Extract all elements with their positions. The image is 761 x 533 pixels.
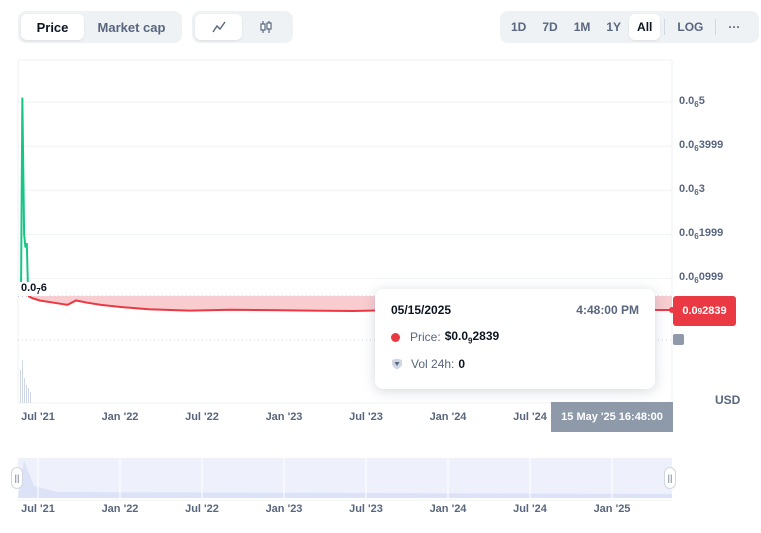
crosshair-date-tag: 15 May '25 16:48:00 (551, 402, 673, 432)
tooltip-date: 05/15/2025 (391, 303, 452, 317)
volume-bar (20, 370, 21, 403)
navigator-tick-label: Jul '24 (513, 503, 547, 515)
price-dot-icon (391, 332, 400, 342)
tooltip-price-value: $0.092839 (444, 329, 500, 346)
navigator-background (18, 458, 672, 498)
navigator-tick-label: Jan '22 (101, 503, 139, 515)
navigator-tick-label: Jan '24 (429, 503, 467, 515)
volume-bar (28, 388, 29, 403)
tooltip-vol-label: Vol 24h: (411, 357, 455, 372)
tooltip-price-label: Price: (410, 330, 441, 345)
tooltip-vol-value: 0 (458, 357, 466, 372)
navigator-tick-label: Jul '22 (185, 503, 219, 515)
start-price-label: 0.076 (18, 282, 50, 297)
currency-label: USD (715, 393, 741, 407)
navigator-tick-label: Jan '25 (593, 503, 631, 515)
navigator-tick-label: Jan '23 (265, 503, 303, 515)
navigator-right-handle[interactable]: || (664, 467, 676, 489)
volume-bar (22, 360, 23, 403)
price-line-up (20, 97, 30, 297)
navigator-left-handle[interactable]: || (11, 467, 23, 489)
volume-bar (24, 378, 25, 403)
volume-bar (26, 385, 27, 403)
y-tick-label: 0.061999 (679, 227, 724, 242)
y-tick-label: 0.063 (679, 183, 705, 198)
current-price-tag: 0.0 9 2839 (673, 296, 736, 326)
x-tick-label: Jul '23 (349, 411, 383, 423)
y-tick-label: 0.065 (679, 95, 705, 110)
tooltip-time: 4:48:00 PM (576, 303, 639, 317)
y-tick-label: 0.060999 (679, 271, 724, 286)
x-tick-label: Jan '23 (265, 411, 303, 423)
x-tick-label: Jul '22 (185, 411, 219, 423)
x-tick-label: Jul '21 (21, 411, 55, 423)
volume-marker (673, 334, 684, 345)
price-chart[interactable] (0, 0, 761, 533)
x-tick-label: Jan '22 (101, 411, 139, 423)
volume-bar (30, 392, 31, 403)
navigator-tick-label: Jul '23 (349, 503, 383, 515)
x-tick-label: Jan '24 (429, 411, 467, 423)
price-tooltip: 05/15/2025 4:48:00 PM Price: $0.092839 V… (375, 289, 655, 389)
x-tick-label: Jul '24 (513, 411, 547, 423)
navigator-tick-label: Jul '21 (21, 503, 55, 515)
y-tick-label: 0.063999 (679, 139, 724, 154)
volume-icon (392, 358, 402, 370)
